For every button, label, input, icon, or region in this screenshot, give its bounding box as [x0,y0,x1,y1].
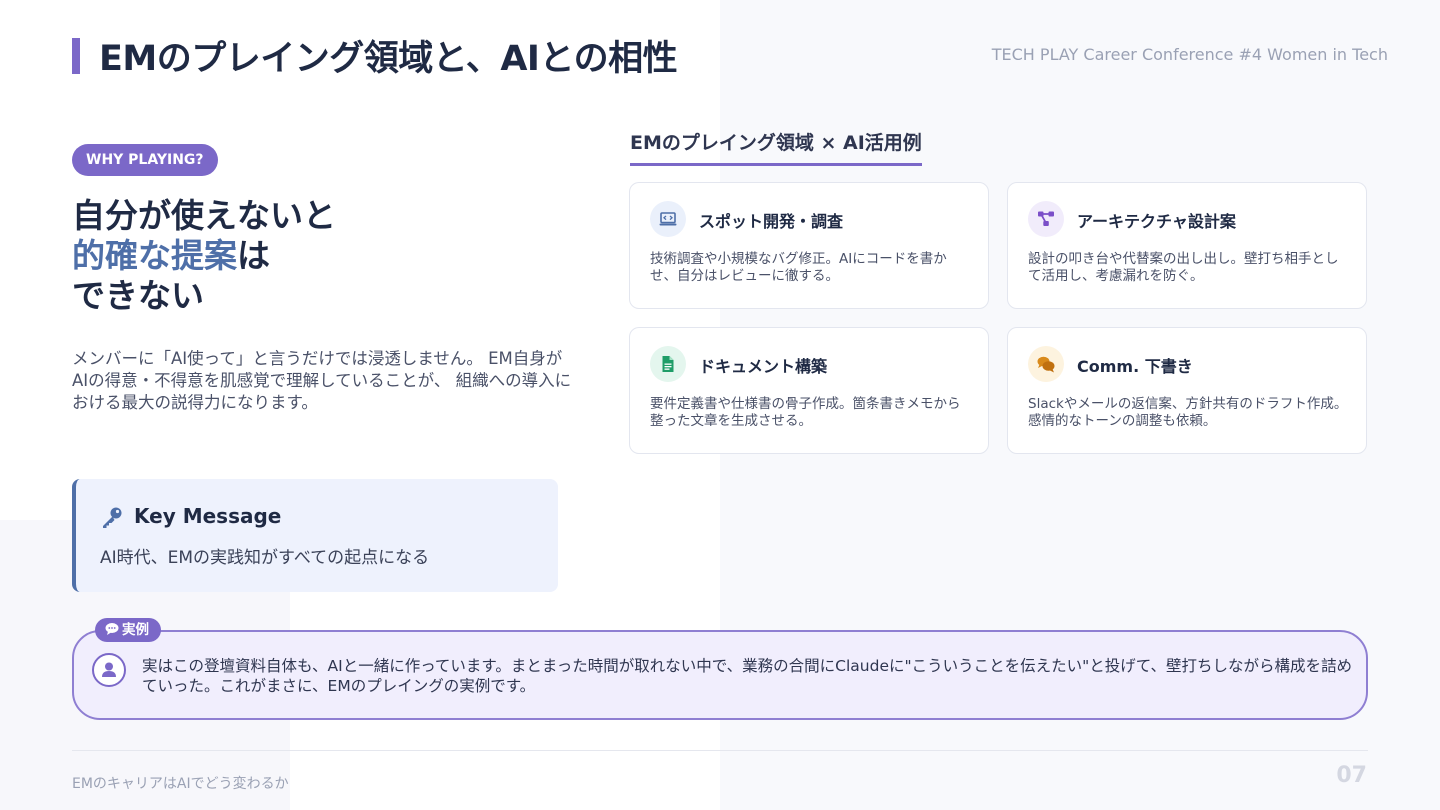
footer-divider [72,750,1368,751]
example-box: 実はこの登壇資料自体も、AIと一緒に作っています。まとまった時間が取れない中で、… [72,630,1368,720]
document-icon [650,346,686,382]
title-accent-bar [72,38,80,74]
description: メンバーに「AI使って」と言うだけでは浸透しません。 EM自身がAIの得意・不得… [72,349,572,412]
headline-line-2-suffix: は [237,236,270,275]
headline-line-3: できない [72,276,204,315]
conference-name: TECH PLAY Career Conference #4 Women in … [991,45,1388,64]
key-message-title: Key Message [134,504,282,528]
card-description: Slackやメールの返信案、方針共有のドラフト作成。感情的なトーンの調整も依頼。 [1028,396,1348,429]
speech-bubble-icon [105,623,119,635]
card-spot-development: スポット開発・調査 技術調査や小規模なバグ修正。AIにコードを書かせ、自分はレビ… [629,182,989,309]
card-architecture-design: アーキテクチャ設計案 設計の叩き台や代替案の出し出し。壁打ち相手として活用し、考… [1007,182,1367,309]
key-message-box: Key Message AI時代、EMの実践知がすべての起点になる [72,479,558,592]
headline: 自分が使えないと 的確な提案は できない [72,196,336,316]
card-title: ドキュメント構築 [699,357,828,376]
chat-bubbles-icon [1028,346,1064,382]
diagram-icon [1028,201,1064,237]
card-title: スポット開発・調査 [699,212,844,231]
key-message-text: AI時代、EMの実践知がすべての起点になる [100,548,430,568]
code-laptop-icon [650,201,686,237]
example-tag: 実例 [95,618,161,642]
user-avatar-icon [92,653,126,687]
card-title: Comm. 下書き [1077,357,1193,376]
card-description: 要件定義書や仕様書の骨子作成。箇条書きメモから整った文章を生成させる。 [650,396,961,429]
card-description: 設計の叩き台や代替案の出し出し。壁打ち相手として活用し、考慮漏れを防ぐ。 [1028,251,1339,284]
headline-line-1: 自分が使えないと [72,196,336,235]
card-description: 技術調査や小規模なバグ修正。AIにコードを書かせ、自分はレビューに徹する。 [650,251,947,284]
example-text: 実はこの登壇資料自体も、AIと一緒に作っています。まとまった時間が取れない中で、… [142,657,1352,695]
section-title: EMのプレイング領域 × AI活用例 [630,128,922,166]
card-title: アーキテクチャ設計案 [1077,212,1236,231]
key-icon [100,505,124,529]
headline-line-2: 的確な提案は [72,236,336,276]
why-playing-tag: WHY PLAYING? [72,144,218,176]
example-tag-label: 実例 [122,622,149,638]
card-documentation: ドキュメント構築 要件定義書や仕様書の骨子作成。箇条書きメモから整った文章を生成… [629,327,989,454]
headline-highlight: 的確な提案 [72,236,237,275]
page-title: EMのプレイング領域と、AIとの相性 [99,39,678,79]
card-communication-draft: Comm. 下書き Slackやメールの返信案、方針共有のドラフト作成。感情的な… [1007,327,1367,454]
footer-title: EMのキャリアはAIでどう変わるか [72,776,289,792]
page-number: 07 [1336,763,1367,788]
